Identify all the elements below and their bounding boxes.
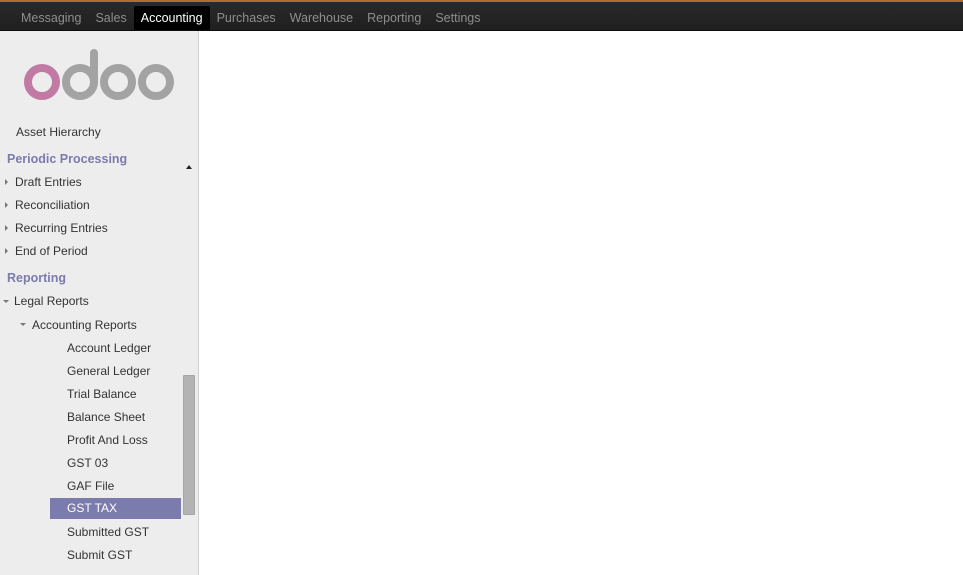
caret-right-icon — [5, 248, 8, 254]
sidebar-item-asset-hierarchy[interactable]: Asset Hierarchy — [16, 122, 101, 142]
caret-down-icon — [3, 300, 9, 303]
sidebar-item-submit-gst[interactable]: Submit GST — [50, 545, 181, 566]
menu-settings[interactable]: Settings — [428, 6, 487, 30]
menu-reporting[interactable]: Reporting — [360, 6, 428, 30]
sidebar-item-accounting-reports[interactable]: Accounting Reports — [32, 315, 137, 335]
sidebar-scrollbar-thumb[interactable] — [183, 375, 195, 515]
menu-purchases[interactable]: Purchases — [210, 6, 283, 30]
menu-warehouse[interactable]: Warehouse — [283, 6, 360, 30]
sidebar-item-gst-03[interactable]: GST 03 — [50, 453, 181, 474]
sidebar-item-balance-sheet[interactable]: Balance Sheet — [50, 407, 181, 428]
sidebar-item-trial-balance[interactable]: Trial Balance — [50, 384, 181, 405]
sidebar-item-recurring-entries[interactable]: Recurring Entries — [15, 218, 108, 238]
section-reporting: Reporting — [7, 271, 67, 285]
menu-sales[interactable]: Sales — [88, 6, 133, 30]
caret-down-icon — [20, 323, 26, 326]
sidebar-item-draft-entries[interactable]: Draft Entries — [15, 172, 82, 192]
section-periodic-processing: Periodic Processing — [7, 152, 128, 166]
main-content — [200, 31, 963, 575]
sidebar-item-gst-tax[interactable]: GST TAX — [50, 498, 181, 519]
menu-accounting[interactable]: Accounting — [133, 6, 210, 30]
odoo-logo[interactable] — [22, 49, 176, 105]
sidebar-item-profit-and-loss[interactable]: Profit And Loss — [50, 430, 181, 451]
top-menu-bar: Messaging Sales Accounting Purchases War… — [0, 0, 963, 31]
sidebar-item-account-ledger[interactable]: Account Ledger — [50, 338, 181, 359]
caret-right-icon — [5, 202, 8, 208]
sidebar-item-gaf-file[interactable]: GAF File — [50, 476, 181, 497]
scroll-up-arrow-icon[interactable] — [186, 165, 192, 169]
sidebar-item-reconciliation[interactable]: Reconciliation — [15, 195, 90, 215]
caret-right-icon — [5, 179, 8, 185]
menu-messaging[interactable]: Messaging — [14, 6, 88, 30]
sidebar-item-end-of-period[interactable]: End of Period — [15, 241, 88, 261]
top-menu: Messaging Sales Accounting Purchases War… — [14, 6, 488, 30]
sidebar: Asset Hierarchy Periodic Processing Draf… — [0, 31, 199, 575]
sidebar-item-general-ledger[interactable]: General Ledger — [50, 361, 181, 382]
sidebar-item-submitted-gst[interactable]: Submitted GST — [50, 522, 181, 543]
sidebar-item-legal-reports[interactable]: Legal Reports — [14, 291, 89, 311]
caret-right-icon — [5, 225, 8, 231]
